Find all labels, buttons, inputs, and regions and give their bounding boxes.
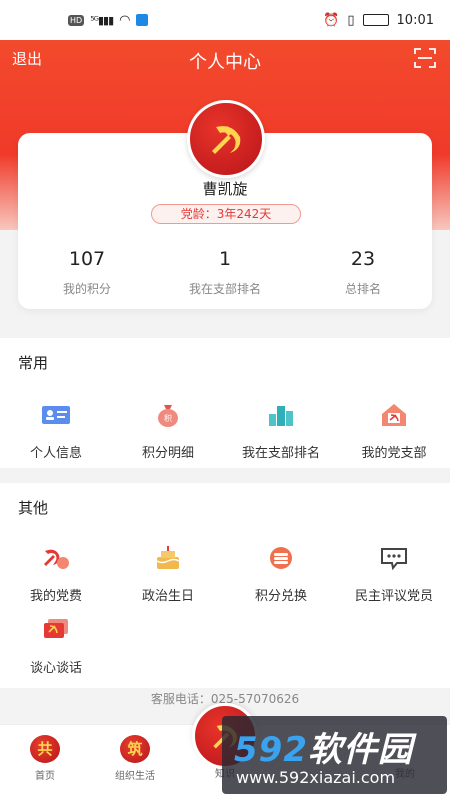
watermark-url: www.592xiazai.com xyxy=(236,768,396,787)
tab-organization-life[interactable]: 筑 组织生活 xyxy=(100,735,170,782)
user-name: 曹凯旋 xyxy=(202,180,248,198)
item-label: 谈心谈话 xyxy=(29,661,82,676)
stat-label: 总排名 xyxy=(344,282,381,296)
item-label: 积分明细 xyxy=(141,446,194,461)
hd-badge: HD xyxy=(68,14,85,26)
stat-my-points[interactable]: 107 我的积分 xyxy=(18,248,156,297)
personal-info-item[interactable]: 个人信息 xyxy=(0,402,112,461)
my-branch-item[interactable]: 我的党支部 xyxy=(338,402,450,461)
stat-label: 我的积分 xyxy=(62,282,111,296)
id-card-icon xyxy=(42,406,70,424)
section-title: 其他 xyxy=(18,499,49,517)
talk-icon xyxy=(44,619,68,638)
stat-label: 我在支部排名 xyxy=(188,282,261,296)
democratic-evaluation-item[interactable]: 民主评议党员 xyxy=(338,545,450,604)
watermark-brand-number: 592 xyxy=(234,730,308,770)
stats-row: 107 我的积分 1 我在支部排名 23 总排名 xyxy=(18,248,432,297)
page-title: 个人中心 xyxy=(189,52,261,73)
svg-text:积: 积 xyxy=(164,413,172,423)
app-notification-icon xyxy=(136,14,149,26)
home-tab-icon: 共 xyxy=(30,735,60,763)
section-title: 常用 xyxy=(18,354,49,372)
signal-icon: ⁵ᴳ▮▮▮ xyxy=(90,13,114,27)
site-watermark: 592软件园 www.592xiazai.com xyxy=(222,716,447,794)
wifi-icon: ◠ xyxy=(119,12,131,28)
branch-ranking-item[interactable]: 我在支部排名 xyxy=(225,402,337,461)
common-section: 常用 个人信息 积 积分明细 我在支部排名 我的党支部 xyxy=(0,338,450,468)
birthday-cake-icon xyxy=(156,546,180,569)
points-exchange-item[interactable]: 积分兑换 xyxy=(225,545,337,604)
party-seniority-badge: 党龄：3年242天 xyxy=(151,204,301,224)
item-label: 积分兑换 xyxy=(254,589,307,604)
watermark-brand: 592软件园 xyxy=(234,722,413,771)
party-emblem-icon xyxy=(212,126,241,154)
stat-value: 107 xyxy=(68,248,106,270)
organization-tab-icon: 筑 xyxy=(120,735,150,763)
item-label: 我的党支部 xyxy=(361,446,427,461)
avatar[interactable] xyxy=(187,100,265,178)
political-birthday-item[interactable]: 政治生日 xyxy=(112,545,224,604)
stat-value: 1 xyxy=(218,248,232,270)
item-label: 我的党费 xyxy=(29,589,82,604)
battery-icon xyxy=(362,14,389,26)
alarm-icon: ⏰ xyxy=(323,12,340,28)
stat-value: 23 xyxy=(350,248,376,270)
party-house-icon xyxy=(382,404,406,426)
party-fee-icon xyxy=(44,549,69,569)
stat-branch-rank[interactable]: 1 我在支部排名 xyxy=(156,248,294,297)
heart-to-heart-talk-item[interactable]: 谈心谈话 xyxy=(0,617,112,676)
scan-icon[interactable] xyxy=(414,48,436,68)
money-bag-icon: 积 xyxy=(158,405,178,427)
coin-stack-icon xyxy=(270,547,292,569)
tab-home[interactable]: 共 首页 xyxy=(10,735,80,782)
watermark-brand-text: 软件园 xyxy=(307,730,413,770)
chat-bubble-icon xyxy=(381,548,407,571)
item-label: 民主评议党员 xyxy=(354,589,433,604)
clock-time: 10:01 xyxy=(396,12,434,28)
item-label: 个人信息 xyxy=(29,446,82,461)
tab-label: 首页 xyxy=(35,771,55,782)
stat-total-rank[interactable]: 23 总排名 xyxy=(294,248,432,297)
ranking-bars-icon xyxy=(269,406,293,426)
vibrate-icon: ▯ xyxy=(347,12,355,28)
item-label: 政治生日 xyxy=(141,589,194,604)
tab-label: 组织生活 xyxy=(115,771,155,782)
status-bar: HD ⁵ᴳ▮▮▮ ◠ ⏰ ▯ 10:01 xyxy=(0,0,450,40)
other-section: 其他 我的党费 政治生日 积分兑换 民主评议党员 谈心谈话 xyxy=(0,483,450,688)
points-detail-item[interactable]: 积 积分明细 xyxy=(112,402,224,461)
party-fee-item[interactable]: 我的党费 xyxy=(0,545,112,604)
item-label: 我在支部排名 xyxy=(241,446,320,461)
